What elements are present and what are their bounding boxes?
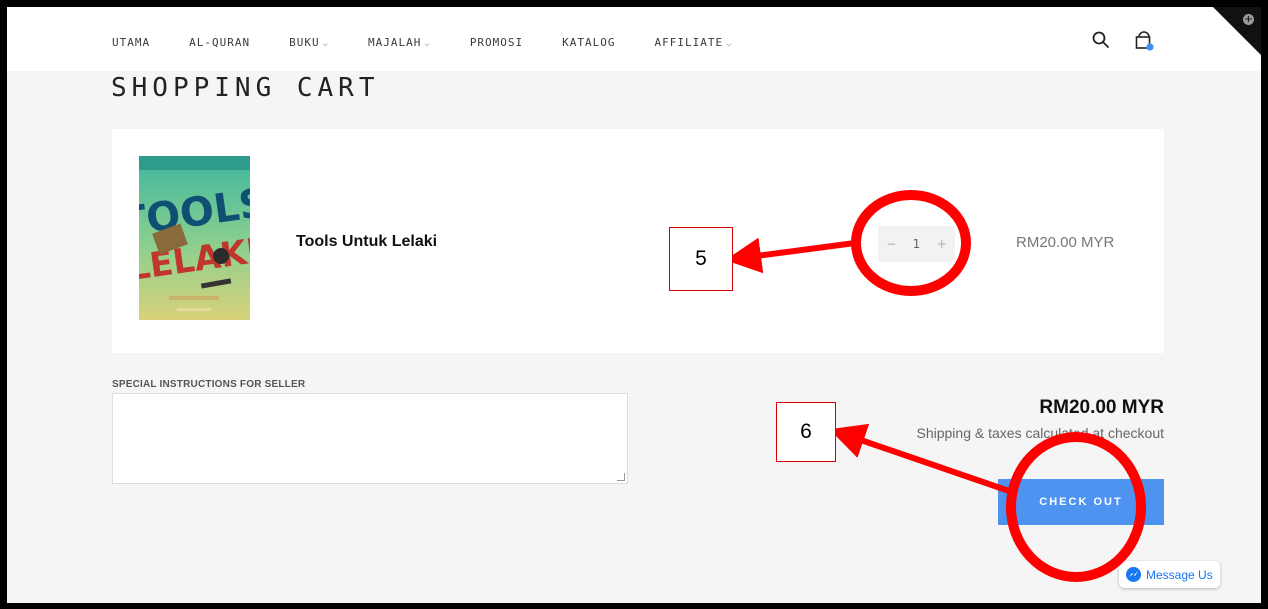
product-image[interactable]: TOOLS LELAKI bbox=[139, 156, 250, 320]
nav-item-affiliate[interactable]: AFFILIATE ⌵ bbox=[655, 36, 733, 49]
special-instructions-label: SPECIAL INSTRUCTIONS FOR SELLER bbox=[112, 379, 306, 390]
annotation-label-5: 5 bbox=[669, 227, 733, 291]
corner-widget[interactable] bbox=[1213, 7, 1261, 55]
product-name[interactable]: Tools Untuk Lelaki bbox=[296, 233, 437, 251]
quantity-stepper: − 1 + bbox=[878, 226, 955, 262]
shipping-note: Shipping & taxes calculated at checkout bbox=[916, 425, 1165, 441]
top-navigation-bar: UTAMA AL-QURAN BUKU ⌵ MAJALAH ⌵ PROMOSI KA… bbox=[7, 7, 1261, 71]
chevron-down-icon: ⌵ bbox=[726, 39, 733, 49]
add-icon[interactable]: + bbox=[1243, 14, 1254, 25]
special-instructions-textarea[interactable] bbox=[112, 393, 628, 484]
nav-item-utama[interactable]: UTAMA bbox=[112, 36, 150, 49]
chevron-down-icon: ⌵ bbox=[322, 39, 330, 49]
nav-item-majalah[interactable]: MAJALAH ⌵ bbox=[368, 36, 431, 49]
annotation-arrow-6 bbox=[829, 423, 1013, 495]
annotation-label-6: 6 bbox=[776, 402, 836, 462]
message-us-label: Message Us bbox=[1146, 567, 1213, 582]
cart-subtotal: RM20.00 MYR bbox=[1039, 397, 1164, 418]
chevron-down-icon: ⌵ bbox=[424, 39, 431, 49]
main-nav: UTAMA AL-QURAN BUKU ⌵ MAJALAH ⌵ PROMOSI KA… bbox=[112, 36, 772, 49]
cart-item-row: TOOLS LELAKI Tools Untuk Lelaki − 1 + RM… bbox=[112, 129, 1164, 353]
item-price: RM20.00 MYR bbox=[1016, 234, 1115, 251]
page-title: SHOPPING CART bbox=[111, 73, 380, 103]
search-icon[interactable] bbox=[1092, 31, 1110, 53]
message-us-button[interactable]: Message Us bbox=[1119, 561, 1220, 588]
nav-item-katalog[interactable]: KATALOG bbox=[562, 36, 615, 49]
quantity-input[interactable]: 1 bbox=[913, 237, 921, 251]
page: UTAMA AL-QURAN BUKU ⌵ MAJALAH ⌵ PROMOSI KA… bbox=[7, 7, 1261, 603]
increase-quantity-button[interactable]: + bbox=[937, 237, 947, 251]
checkout-button[interactable]: CHECK OUT bbox=[998, 479, 1164, 525]
nav-item-promosi[interactable]: PROMOSI bbox=[470, 36, 523, 49]
shopping-bag-icon[interactable] bbox=[1133, 29, 1155, 55]
messenger-icon bbox=[1126, 567, 1141, 582]
nav-item-al-quran[interactable]: AL-QURAN bbox=[189, 36, 250, 49]
nav-item-buku[interactable]: BUKU ⌵ bbox=[289, 36, 329, 49]
decrease-quantity-button[interactable]: − bbox=[886, 237, 896, 251]
resize-handle-icon[interactable] bbox=[617, 473, 625, 481]
